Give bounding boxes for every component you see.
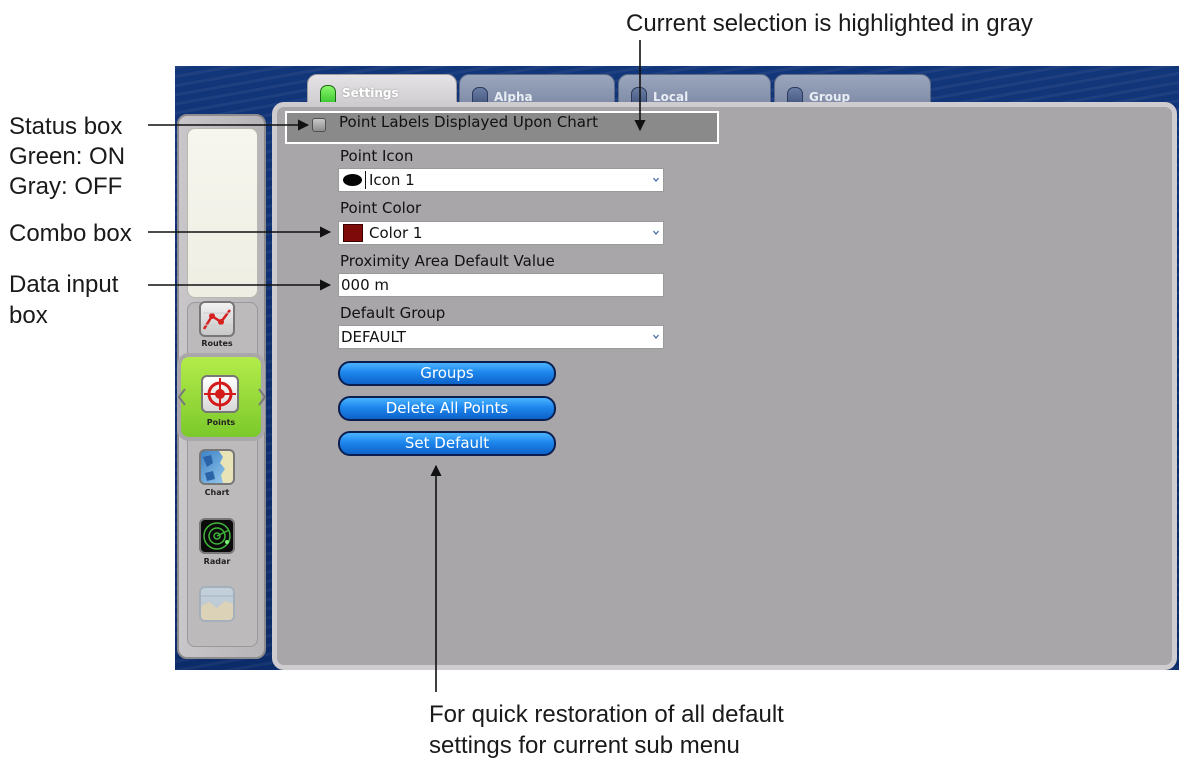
callout-leader-lines — [148, 40, 646, 692]
